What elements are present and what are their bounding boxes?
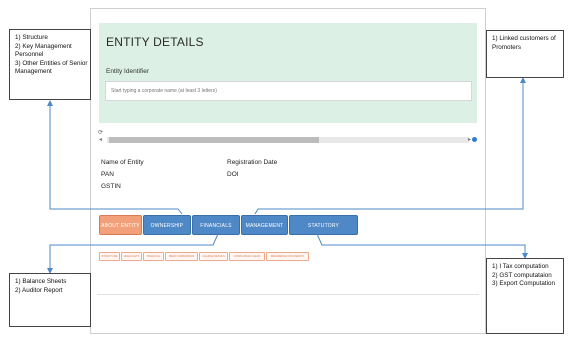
note-line: 1) I Tax computation xyxy=(492,263,549,270)
connector-statutory-to-computation xyxy=(316,233,528,259)
note-line: Management xyxy=(15,68,52,76)
note-line: 2) Auditor Report xyxy=(15,286,63,294)
note-line: 2) Key Management xyxy=(15,42,72,50)
note-line: 2) GST computataion xyxy=(492,271,552,279)
note-top-left: 1) Structure 2) Key Management Personnel… xyxy=(9,29,91,100)
note-line: Personnel xyxy=(15,51,44,59)
connector-management-to-promoters xyxy=(254,77,526,215)
note-line: 1) Linked customers of xyxy=(492,35,556,42)
note-top-right: 1) Linked customers of Promoters xyxy=(486,30,564,78)
note-bottom-right: 1) I Tax computation 2) GST computataion… xyxy=(486,258,564,334)
note-line: Promoters xyxy=(492,43,522,51)
connector-ownership-to-structure xyxy=(47,100,183,215)
note-line: 1) Balance Sheets xyxy=(15,278,67,285)
connector-financials-to-balance-sheets xyxy=(47,233,219,274)
note-bottom-left: 1) Balance Sheets 2) Auditor Report xyxy=(9,273,91,327)
note-line: 3) Other Entities of Senior xyxy=(15,59,88,67)
note-line: 1) Structure xyxy=(15,34,48,41)
note-line: 3) Export Computation xyxy=(492,280,555,288)
